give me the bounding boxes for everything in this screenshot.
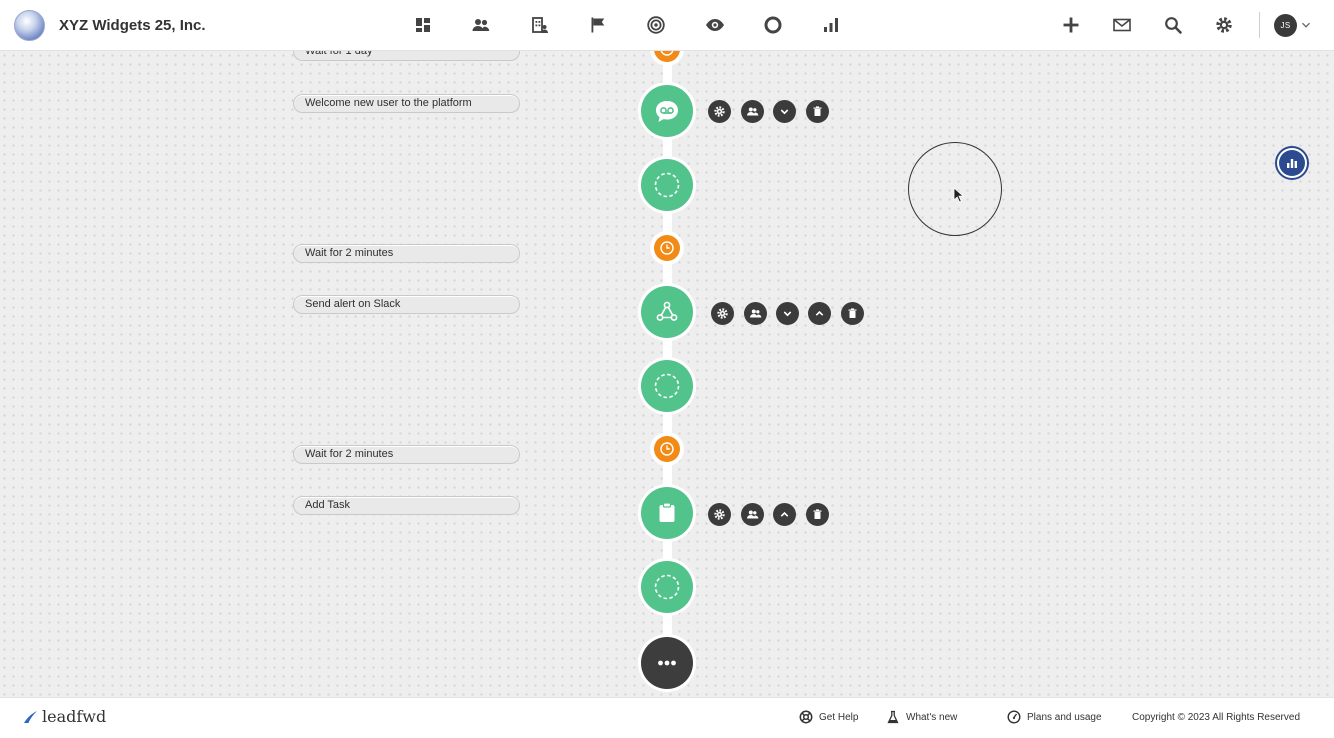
- dashboard-icon[interactable]: [413, 15, 433, 35]
- chevron-down-icon[interactable]: [1301, 20, 1311, 30]
- more-dots-icon: [658, 660, 676, 666]
- gear-icon: [717, 308, 728, 319]
- gear-icon: [714, 106, 725, 117]
- get-help-link[interactable]: Get Help: [799, 710, 858, 724]
- visitors-eye-icon[interactable]: [705, 15, 725, 35]
- voicemail-chat-icon: [656, 101, 678, 122]
- target-icon[interactable]: [646, 15, 666, 35]
- companies-icon[interactable]: [530, 15, 550, 35]
- chevron-down-icon: [780, 109, 789, 115]
- step-label-wait-2-minutes[interactable]: Wait for 2 minutes: [293, 445, 520, 464]
- more-options-node[interactable]: [638, 634, 696, 692]
- dashed-circle-icon: [654, 373, 680, 399]
- assign-users-button[interactable]: [744, 302, 767, 325]
- clock-icon: [660, 442, 674, 456]
- flask-icon: [887, 710, 899, 724]
- add-step-placeholder-node[interactable]: [638, 558, 696, 616]
- add-step-placeholder-node[interactable]: [638, 357, 696, 415]
- webhook-icon: [656, 301, 678, 321]
- brand-name: leadfwd: [42, 707, 107, 726]
- trash-icon: [813, 106, 822, 116]
- reports-bars-icon[interactable]: [821, 15, 841, 35]
- step-settings-button[interactable]: [711, 302, 734, 325]
- mouse-pointer-icon: [953, 187, 965, 203]
- timer-node[interactable]: [650, 432, 684, 466]
- people-icon[interactable]: [471, 15, 491, 35]
- trash-icon: [848, 308, 857, 318]
- message-step-node[interactable]: [638, 82, 696, 140]
- chevron-up-icon: [780, 511, 789, 517]
- company-name[interactable]: XYZ Widgets 25, Inc.: [59, 17, 206, 34]
- workflow-canvas[interactable]: Wait for 1 day Welcome new user to the p…: [0, 51, 1334, 697]
- step-label-welcome[interactable]: Welcome new user to the platform: [293, 94, 520, 113]
- brand-logo[interactable]: leadfwd: [22, 707, 106, 726]
- chevron-up-icon: [815, 310, 824, 316]
- dashed-circle-icon: [654, 574, 680, 600]
- chart-bars-icon: [1287, 159, 1297, 168]
- trash-icon: [813, 509, 822, 519]
- step-label-add-task[interactable]: Add Task: [293, 496, 520, 515]
- move-down-button[interactable]: [776, 302, 799, 325]
- assign-users-button[interactable]: [741, 100, 764, 123]
- lifebuoy-icon: [799, 710, 813, 724]
- leadfwd-swoosh-icon: [24, 710, 37, 723]
- gauge-icon: [1007, 710, 1021, 724]
- delete-step-button[interactable]: [806, 503, 829, 526]
- footer: leadfwd Get Help What's new Plans and us…: [0, 697, 1334, 738]
- header-divider: [1259, 12, 1260, 38]
- gear-icon: [714, 509, 725, 520]
- timer-node[interactable]: [650, 231, 684, 265]
- assign-users-icon: [747, 107, 759, 116]
- clipboard-icon: [659, 502, 675, 522]
- timer-node[interactable]: [650, 51, 684, 66]
- assign-users-button[interactable]: [741, 503, 764, 526]
- delete-step-button[interactable]: [806, 100, 829, 123]
- circle-icon[interactable]: [763, 15, 783, 35]
- clock-icon: [660, 51, 674, 56]
- step-settings-button[interactable]: [708, 503, 731, 526]
- assign-users-icon: [750, 309, 762, 318]
- move-up-button[interactable]: [773, 503, 796, 526]
- analytics-widget-button[interactable]: [1275, 146, 1309, 180]
- plans-usage-link[interactable]: Plans and usage: [1007, 710, 1102, 724]
- assign-users-icon: [747, 510, 759, 519]
- plus-icon[interactable]: [1061, 15, 1081, 35]
- campaigns-flag-icon[interactable]: [588, 15, 608, 35]
- task-step-node[interactable]: [638, 484, 696, 542]
- step-label-slack[interactable]: Send alert on Slack: [293, 295, 520, 314]
- step-label-wait-2-minutes[interactable]: Wait for 2 minutes: [293, 244, 520, 263]
- move-down-button[interactable]: [773, 100, 796, 123]
- mail-icon[interactable]: [1112, 15, 1132, 35]
- delete-step-button[interactable]: [841, 302, 864, 325]
- search-icon[interactable]: [1163, 15, 1183, 35]
- add-step-placeholder-node[interactable]: [638, 156, 696, 214]
- user-avatar[interactable]: JS: [1274, 14, 1297, 37]
- copyright-text: Copyright © 2023 All Rights Reserved: [1132, 712, 1301, 723]
- webhook-step-node[interactable]: [638, 283, 696, 341]
- whats-new-link[interactable]: What's new: [886, 710, 957, 724]
- chevron-down-icon: [783, 311, 792, 317]
- get-help-label: Get Help: [819, 711, 859, 723]
- plans-usage-label: Plans and usage: [1027, 711, 1102, 723]
- company-logo-icon[interactable]: [14, 10, 45, 41]
- move-up-button[interactable]: [808, 302, 831, 325]
- step-label-wait-1-day[interactable]: Wait for 1 day: [293, 51, 520, 61]
- dashed-circle-icon: [654, 172, 680, 198]
- top-bar: XYZ Widgets 25, Inc. JS: [0, 0, 1334, 51]
- step-settings-button[interactable]: [708, 100, 731, 123]
- gear-icon[interactable]: [1214, 15, 1234, 35]
- clock-icon: [660, 241, 674, 255]
- whats-new-label: What's new: [906, 711, 958, 723]
